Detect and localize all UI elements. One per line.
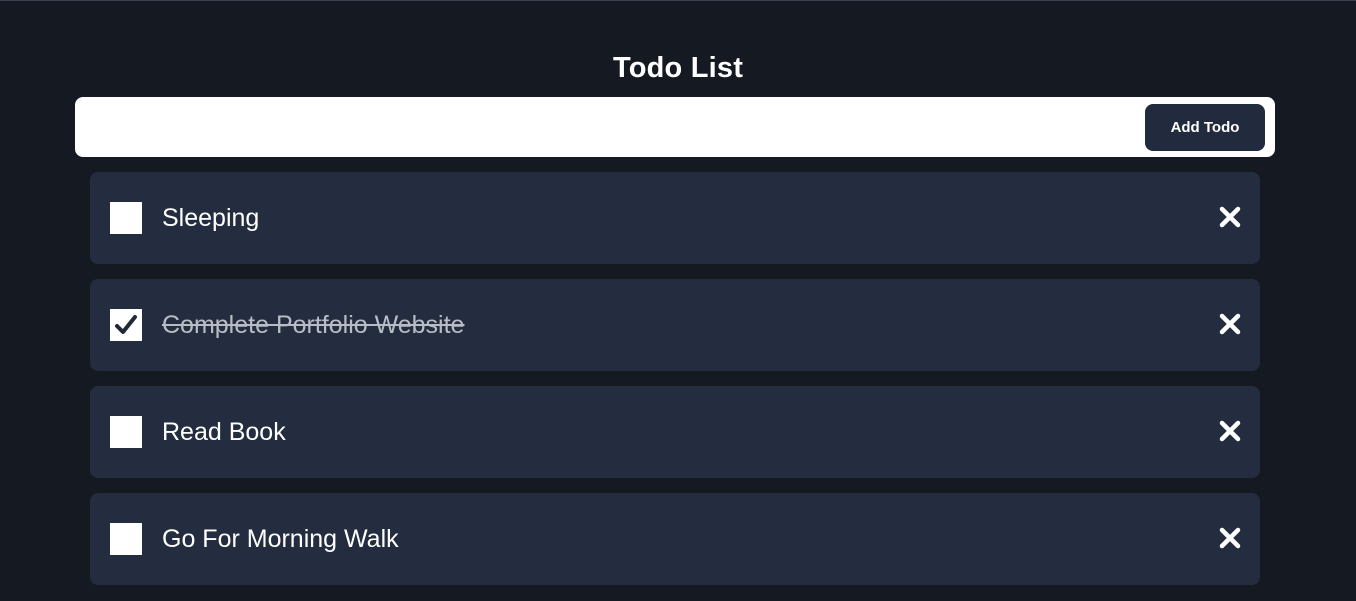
todo-item: Sleeping bbox=[90, 172, 1260, 264]
todo-item: Go For Morning Walk bbox=[90, 493, 1260, 585]
todo-input[interactable] bbox=[87, 107, 1131, 149]
delete-todo-button[interactable] bbox=[1216, 524, 1244, 552]
todo-checkbox[interactable] bbox=[110, 523, 142, 555]
add-todo-bar: Add Todo bbox=[75, 97, 1275, 157]
close-icon bbox=[1219, 527, 1241, 549]
delete-todo-button[interactable] bbox=[1216, 203, 1244, 231]
todo-text: Read Book bbox=[162, 418, 286, 446]
todo-checkbox[interactable] bbox=[110, 309, 142, 341]
close-icon bbox=[1219, 313, 1241, 335]
close-icon bbox=[1219, 420, 1241, 442]
todo-text: Sleeping bbox=[162, 204, 260, 232]
todo-list: Sleeping Complete Portfolio Website Read… bbox=[90, 172, 1260, 600]
add-todo-button[interactable]: Add Todo bbox=[1145, 104, 1265, 151]
check-icon bbox=[115, 315, 137, 334]
todo-app: Todo List Add Todo Sleeping Complete Por… bbox=[0, 0, 1356, 601]
todo-text: Go For Morning Walk bbox=[162, 525, 399, 553]
delete-todo-button[interactable] bbox=[1216, 310, 1244, 338]
todo-item: Complete Portfolio Website bbox=[90, 279, 1260, 371]
close-icon bbox=[1219, 206, 1241, 228]
todo-checkbox[interactable] bbox=[110, 416, 142, 448]
delete-todo-button[interactable] bbox=[1216, 417, 1244, 445]
page-title: Todo List bbox=[612, 52, 744, 85]
todo-text: Complete Portfolio Website bbox=[162, 311, 465, 339]
todo-item: Read Book bbox=[90, 386, 1260, 478]
todo-checkbox[interactable] bbox=[110, 202, 142, 234]
